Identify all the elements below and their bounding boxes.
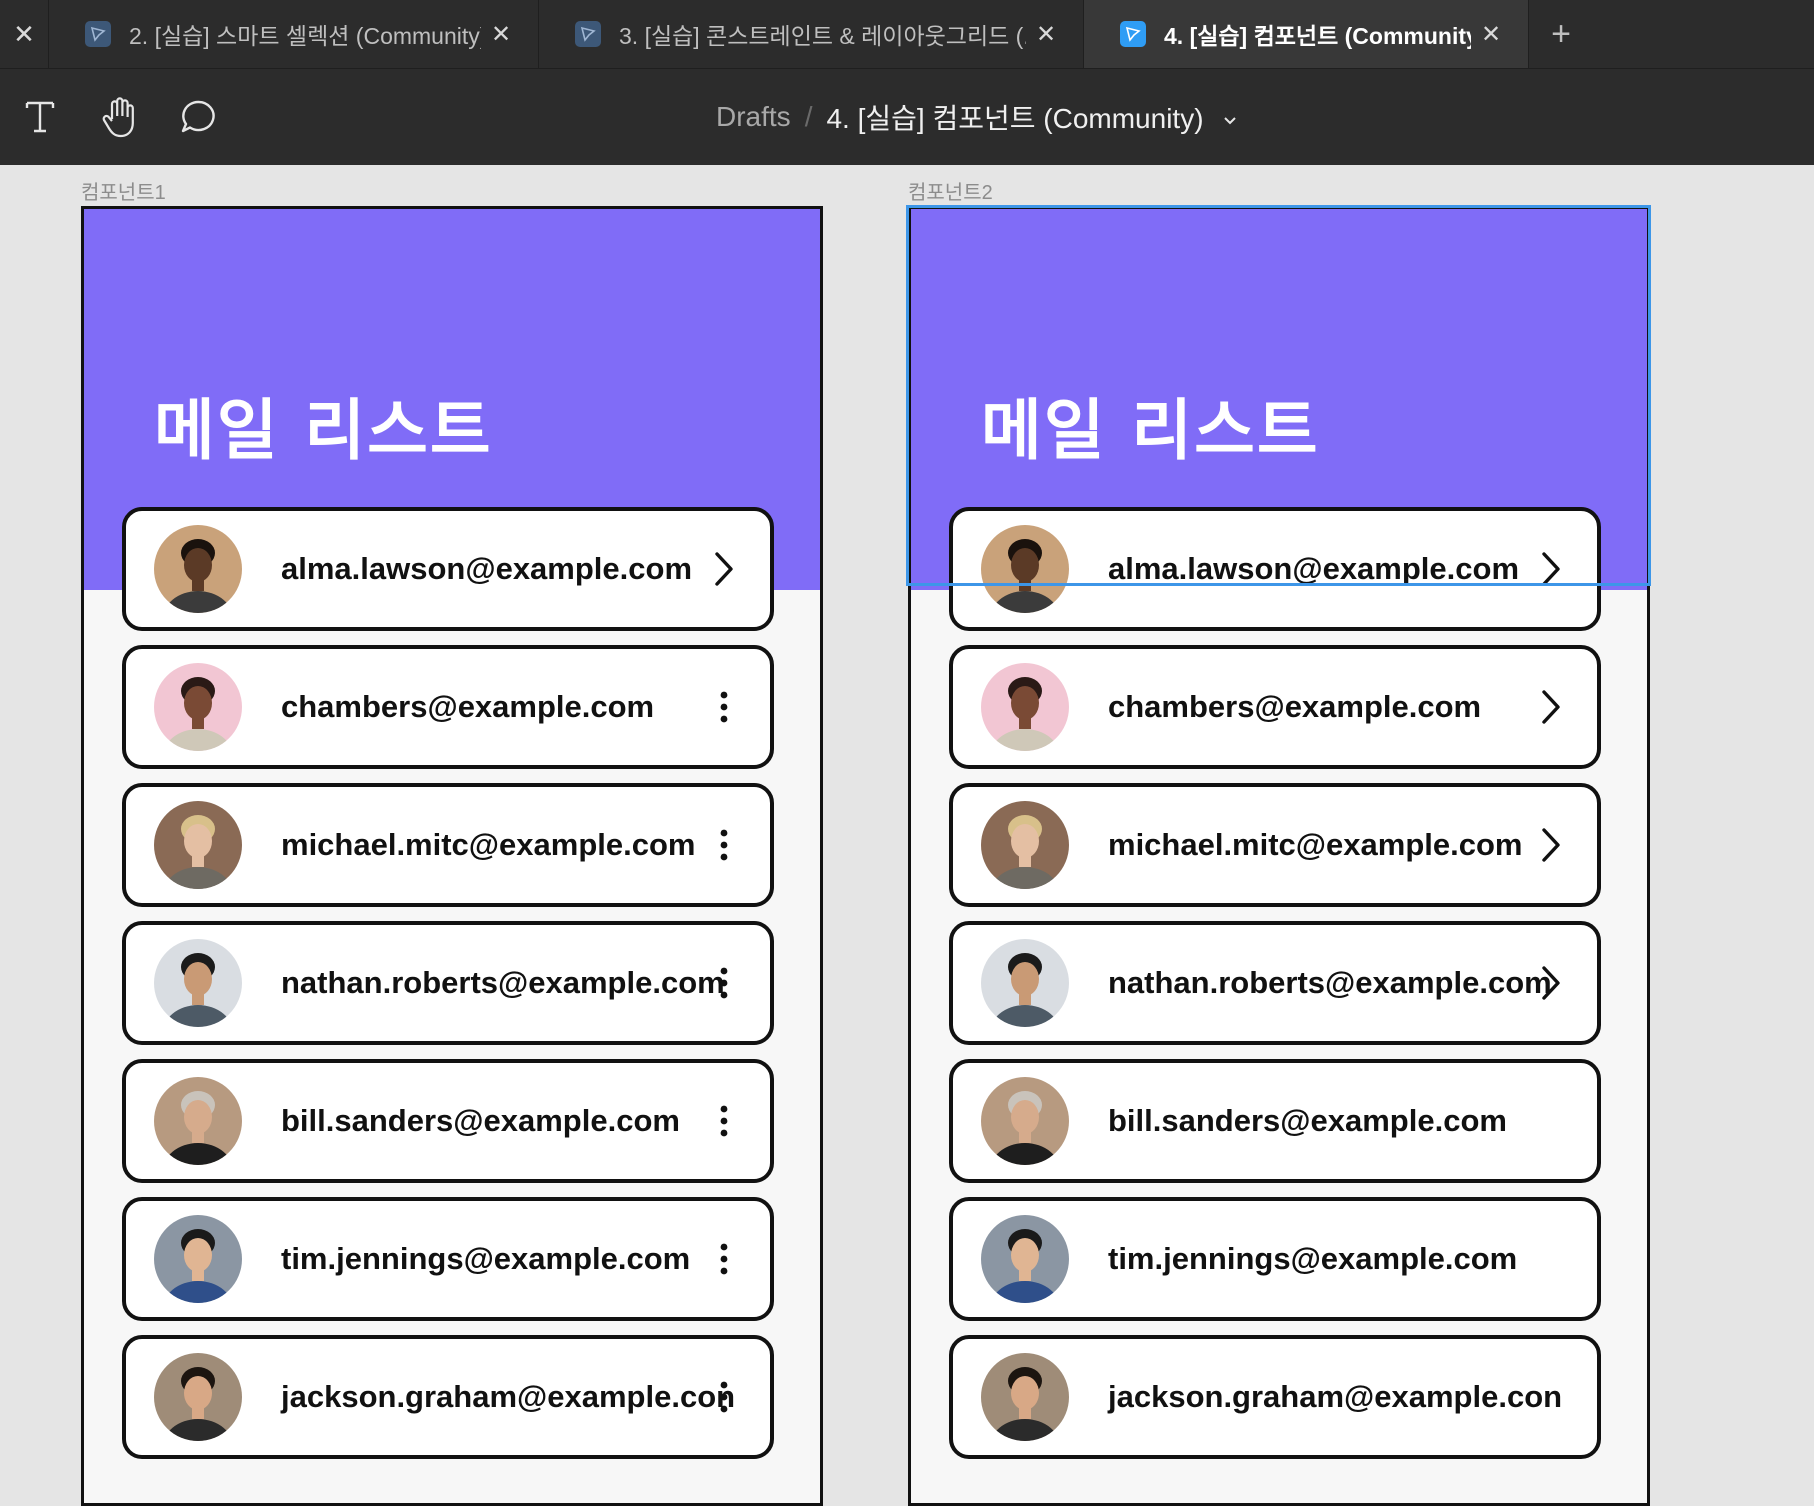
more-vertical-icon[interactable] (696, 817, 752, 873)
mail-list-item[interactable]: michael.mitc@example.com (949, 783, 1601, 907)
mail-list-title: 메일 리스트 (981, 392, 1320, 469)
avatar (154, 1077, 242, 1165)
avatar (154, 1215, 242, 1303)
mail-list-item[interactable]: tim.jennings@example.com (949, 1197, 1601, 1321)
figma-file-icon (1120, 21, 1146, 47)
avatar (981, 525, 1069, 613)
mail-list-item[interactable]: bill.sanders@example.com (122, 1059, 774, 1183)
tab-label: 3. [실습] 콘스트레인트 & 레이아웃그리드 (... (619, 23, 1026, 49)
chevron-right-icon[interactable] (696, 541, 752, 597)
email-address: alma.lawson@example.com (281, 551, 693, 586)
avatar (981, 663, 1069, 751)
mail-list-item[interactable]: jackson.graham@example.con (949, 1335, 1601, 1459)
avatar (154, 663, 242, 751)
breadcrumb: Drafts / 4. [실습] 컴포넌트 (Community) (716, 69, 1238, 165)
email-address: jackson.graham@example.con (1108, 1379, 1563, 1414)
more-vertical-icon[interactable] (696, 1231, 752, 1287)
breadcrumb-separator: / (804, 101, 813, 132)
more-vertical-icon[interactable] (696, 1369, 752, 1425)
chevron-right-icon[interactable] (1523, 817, 1579, 873)
mail-list-item[interactable]: alma.lawson@example.com (949, 507, 1601, 631)
figma-file-icon (85, 21, 111, 47)
close-icon[interactable]: ✕ (1026, 20, 1066, 49)
frame-label-2[interactable]: 컴포넌트2 (908, 176, 993, 205)
email-address: nathan.roberts@example.com (281, 965, 725, 1000)
chevron-right-icon[interactable] (1523, 541, 1579, 597)
mail-list-title: 메일 리스트 (154, 392, 493, 469)
tab-file-4[interactable]: 4. [실습] 컴포넌트 (Community) ✕ (1083, 0, 1529, 68)
mail-list-item[interactable]: nathan.roberts@example.com (949, 921, 1601, 1045)
email-address: tim.jennings@example.com (281, 1241, 691, 1276)
email-address: michael.mitc@example.com (281, 827, 696, 862)
tab-label: 4. [실습] 컴포넌트 (Community) (1164, 23, 1471, 49)
hand-tool-icon[interactable] (94, 91, 146, 143)
file-name[interactable]: 4. [실습] 컴포넌트 (Community) (826, 97, 1203, 137)
email-address: chambers@example.com (1108, 689, 1482, 724)
chevron-down-icon[interactable] (1222, 101, 1238, 133)
mail-list-item[interactable]: nathan.roberts@example.com (122, 921, 774, 1045)
close-icon[interactable]: ✕ (1471, 20, 1511, 49)
avatar (981, 1077, 1069, 1165)
mail-list-item[interactable]: alma.lawson@example.com (122, 507, 774, 631)
tab-label: 2. [실습] 스마트 셀렉션 (Community) (129, 23, 481, 49)
avatar (981, 1353, 1069, 1441)
frame-label-1[interactable]: 컴포넌트1 (81, 176, 166, 205)
chevron-right-icon[interactable] (1523, 679, 1579, 735)
breadcrumb-drafts[interactable]: Drafts (716, 101, 791, 133)
add-tab-plus-icon[interactable]: + (1528, 0, 1593, 68)
figma-file-icon (575, 21, 601, 47)
mail-list-item[interactable]: chambers@example.com (122, 645, 774, 769)
component-frame-1[interactable]: 메일 리스트 alma.lawson@example.com chambers@e… (81, 206, 823, 1506)
email-address: tim.jennings@example.com (1108, 1241, 1518, 1276)
more-vertical-icon[interactable] (696, 1093, 752, 1149)
comment-tool-icon[interactable] (172, 91, 224, 143)
email-address: bill.sanders@example.com (281, 1103, 680, 1138)
tab-file-3[interactable]: 3. [실습] 콘스트레인트 & 레이아웃그리드 (... ✕ (538, 0, 1084, 68)
email-address: jackson.graham@example.con (281, 1379, 736, 1414)
mail-list-item[interactable]: tim.jennings@example.com (122, 1197, 774, 1321)
mail-list-item[interactable]: jackson.graham@example.con (122, 1335, 774, 1459)
chevron-right-icon[interactable] (1523, 955, 1579, 1011)
avatar (981, 801, 1069, 889)
mail-list-item[interactable]: bill.sanders@example.com (949, 1059, 1601, 1183)
text-tool-icon[interactable] (14, 91, 66, 143)
email-address: michael.mitc@example.com (1108, 827, 1523, 862)
avatar (154, 801, 242, 889)
email-address: alma.lawson@example.com (1108, 551, 1520, 586)
avatar (154, 939, 242, 1027)
more-vertical-icon[interactable] (696, 679, 752, 735)
avatar (981, 1215, 1069, 1303)
email-address: nathan.roberts@example.com (1108, 965, 1552, 1000)
close-icon[interactable]: ✕ (0, 0, 48, 68)
component-frame-2[interactable]: 메일 리스트 alma.lawson@example.com chambers@e… (908, 206, 1650, 1506)
toolbar: Drafts / 4. [실습] 컴포넌트 (Community) (0, 68, 1814, 165)
mail-list-item[interactable]: chambers@example.com (949, 645, 1601, 769)
email-address: chambers@example.com (281, 689, 655, 724)
avatar (154, 1353, 242, 1441)
mail-list-item[interactable]: michael.mitc@example.com (122, 783, 774, 907)
close-icon[interactable]: ✕ (481, 20, 521, 49)
avatar (981, 939, 1069, 1027)
more-vertical-icon[interactable] (696, 955, 752, 1011)
avatar (154, 525, 242, 613)
email-address: bill.sanders@example.com (1108, 1103, 1507, 1138)
tab-file-2[interactable]: 2. [실습] 스마트 셀렉션 (Community) ✕ (48, 0, 539, 68)
tab-bar: ✕ 2. [실습] 스마트 셀렉션 (Community) ✕ 3. [실습] … (0, 0, 1814, 68)
